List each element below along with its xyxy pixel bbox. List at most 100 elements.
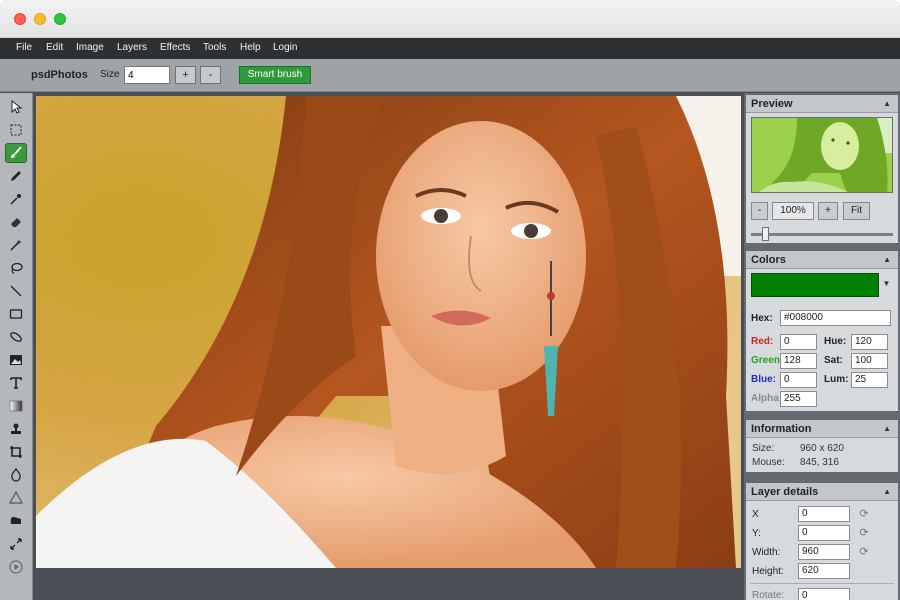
hue-label: Hue: <box>824 336 847 347</box>
pointer-tool[interactable] <box>5 97 27 117</box>
hex-label: Hex: <box>751 313 773 324</box>
eyedropper-tool[interactable] <box>5 189 27 209</box>
zoom-level-display[interactable]: 100% <box>772 202 814 220</box>
lasso-icon <box>11 262 23 274</box>
collapse-caret-icon[interactable]: ▲ <box>883 487 891 496</box>
lum-input[interactable]: 25 <box>851 372 888 388</box>
size-decrease-button[interactable]: - <box>200 66 221 84</box>
menu-image[interactable]: Image <box>76 42 104 53</box>
colors-panel-header[interactable]: Colors ▲ <box>746 251 898 269</box>
menu-login[interactable]: Login <box>273 42 297 53</box>
preview-title: Preview <box>751 98 793 110</box>
line-tool[interactable] <box>5 281 27 301</box>
zoom-out-button[interactable]: - <box>751 202 768 220</box>
zoom-fit-button[interactable]: Fit <box>843 202 870 220</box>
red-label: Red: <box>751 336 774 347</box>
layer-details-panel: Layer details ▲ X 0 ⟳ Y: 0 ⟳ Width: 960 … <box>746 483 898 600</box>
color-swatch[interactable] <box>751 273 879 297</box>
close-window-button[interactable] <box>14 13 26 25</box>
swatch-dropdown-icon[interactable]: ▼ <box>880 273 893 297</box>
info-size-row: Size: 960 x 620 <box>752 443 844 454</box>
menu-bar: File Edit Image Layers Effects Tools Hel… <box>0 38 900 59</box>
play-tool[interactable] <box>5 557 27 577</box>
eraser-icon <box>11 218 21 227</box>
preview-thumbnail[interactable] <box>751 117 893 193</box>
smudge-icon <box>10 517 21 524</box>
smart-brush-tool[interactable] <box>5 143 27 163</box>
lasso-tool[interactable] <box>5 258 27 278</box>
smudge-tool[interactable] <box>5 511 27 531</box>
play-icon <box>9 560 23 574</box>
preview-thumbnail-image <box>752 118 892 192</box>
brush-size-input[interactable] <box>124 66 170 84</box>
collapse-caret-icon[interactable]: ▲ <box>883 99 891 108</box>
layer-height-input[interactable]: 620 <box>798 563 850 579</box>
zoom-in-button[interactable]: + <box>818 202 838 220</box>
layer-y-input[interactable]: 0 <box>798 525 850 541</box>
layer-details-panel-header[interactable]: Layer details ▲ <box>746 483 898 501</box>
menu-effects[interactable]: Effects <box>160 42 190 53</box>
image-tool[interactable] <box>5 350 27 370</box>
blur-tool[interactable] <box>5 465 27 485</box>
menu-help[interactable]: Help <box>240 42 261 53</box>
green-input[interactable]: 128 <box>780 353 817 369</box>
tool-sidebar <box>0 93 33 600</box>
info-mouse-row: Mouse: 845, 316 <box>752 457 839 468</box>
menu-tools[interactable]: Tools <box>203 42 226 53</box>
layer-rotate-label: Rotate: <box>752 590 785 600</box>
minimize-window-button[interactable] <box>34 13 46 25</box>
layer-x-input[interactable]: 0 <box>798 506 850 522</box>
image-icon <box>10 355 22 365</box>
eraser-tool[interactable] <box>5 212 27 232</box>
colors-panel: Colors ▲ ▼ Hex: #008000 Red: 0 Green: 12… <box>746 251 898 411</box>
red-input[interactable]: 0 <box>780 334 817 350</box>
crop-tool[interactable] <box>5 442 27 462</box>
canvas-bottom-strip <box>34 568 744 600</box>
zoom-slider-track[interactable] <box>751 233 893 236</box>
info-size-value: 960 x 620 <box>800 443 844 454</box>
menu-edit[interactable]: Edit <box>46 42 63 53</box>
marquee-select-tool[interactable] <box>5 120 27 140</box>
sat-input[interactable]: 100 <box>851 353 888 369</box>
smart-brush-button[interactable]: Smart brush <box>239 66 311 84</box>
reset-y-icon[interactable]: ⟳ <box>857 526 871 540</box>
stamp-tool[interactable] <box>5 419 27 439</box>
image-canvas[interactable] <box>36 96 741 568</box>
blue-input[interactable]: 0 <box>780 372 817 388</box>
app-brand: psdPhotos <box>31 69 88 81</box>
text-tool[interactable] <box>5 373 27 393</box>
hex-input[interactable]: #008000 <box>780 310 891 326</box>
portrait-photo <box>36 96 741 568</box>
information-panel-header[interactable]: Information ▲ <box>746 420 898 438</box>
layer-divider <box>750 583 894 584</box>
collapse-caret-icon[interactable]: ▲ <box>883 424 891 433</box>
sat-label: Sat: <box>824 355 843 366</box>
sharpen-tool[interactable] <box>5 488 27 508</box>
magic-wand-icon <box>10 239 22 251</box>
preview-panel-header[interactable]: Preview ▲ <box>746 95 898 113</box>
information-title: Information <box>751 423 812 435</box>
resize-tool[interactable] <box>5 534 27 554</box>
layer-rotate-input[interactable]: 0 <box>798 588 850 600</box>
zoom-slider-thumb[interactable] <box>762 227 770 241</box>
lum-label: Lum: <box>824 374 849 385</box>
reset-x-icon[interactable]: ⟳ <box>857 507 871 521</box>
collapse-caret-icon[interactable]: ▲ <box>883 255 891 264</box>
magic-wand-tool[interactable] <box>5 235 27 255</box>
layer-height-label: Height: <box>752 566 784 577</box>
maximize-window-button[interactable] <box>54 13 66 25</box>
rectangle-tool[interactable] <box>5 304 27 324</box>
gradient-tool[interactable] <box>5 396 27 416</box>
size-increase-button[interactable]: + <box>175 66 196 84</box>
menu-layers[interactable]: Layers <box>117 42 147 53</box>
layer-width-input[interactable]: 960 <box>798 544 850 560</box>
info-mouse-label: Mouse: <box>752 457 785 468</box>
layer-x-label: X <box>752 509 759 520</box>
pencil-tool[interactable] <box>5 166 27 186</box>
gradient-icon <box>9 400 23 412</box>
menu-file[interactable]: File <box>16 42 32 53</box>
alpha-input[interactable]: 255 <box>780 391 817 407</box>
reset-width-icon[interactable]: ⟳ <box>857 545 871 559</box>
hue-input[interactable]: 120 <box>851 334 888 350</box>
ellipse-tool[interactable] <box>5 327 27 347</box>
